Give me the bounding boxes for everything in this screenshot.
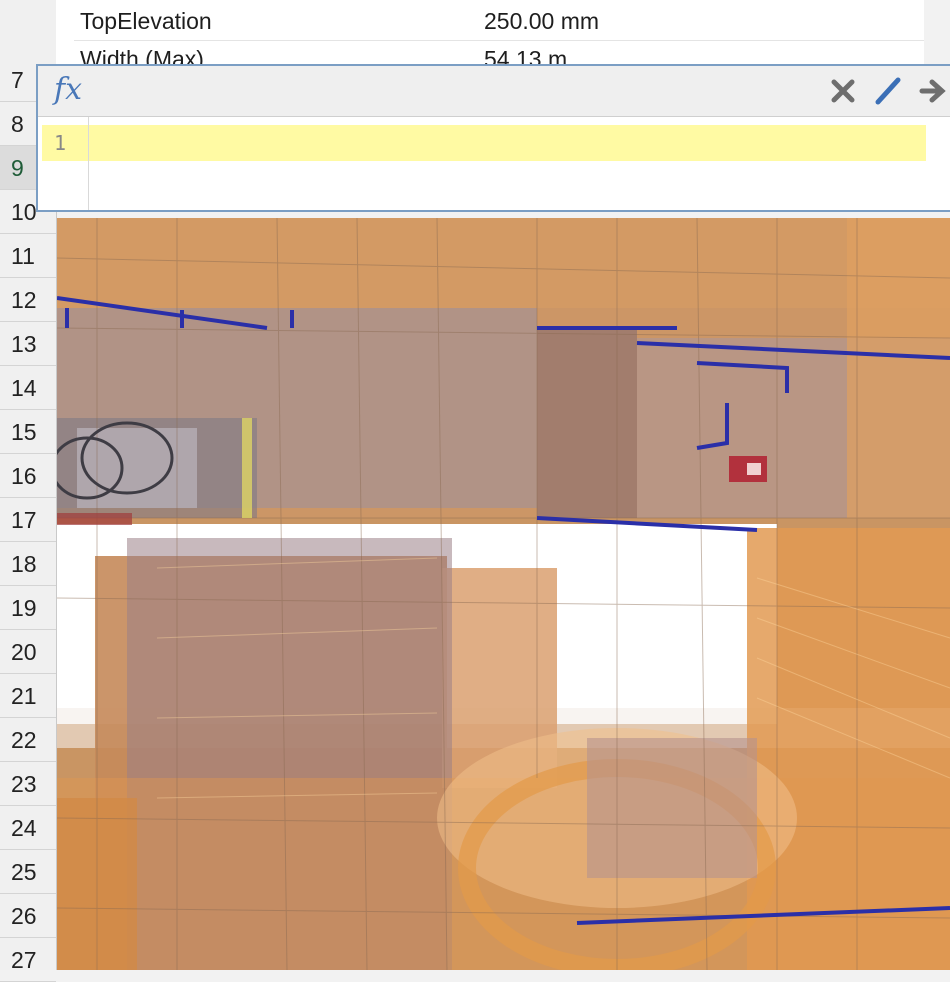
row-number[interactable]: 26: [0, 894, 56, 938]
properties-panel: TopElevation 250.00 mm Width (Max) 54.13…: [56, 0, 924, 65]
property-name: Width (Max): [80, 46, 204, 65]
row-number[interactable]: 24: [0, 806, 56, 850]
line-number-divider: [88, 117, 89, 210]
property-value: 54.13 m: [484, 46, 568, 65]
row-number[interactable]: 17: [0, 498, 56, 542]
row-number[interactable]: 11: [0, 234, 56, 278]
row-number[interactable]: 27: [0, 938, 56, 982]
row-number[interactable]: 13: [0, 322, 56, 366]
pencil-icon[interactable]: [872, 74, 906, 108]
row-number[interactable]: 16: [0, 454, 56, 498]
line-number: 1: [54, 131, 67, 155]
property-name: TopElevation: [80, 8, 212, 34]
row-number[interactable]: 21: [0, 674, 56, 718]
row-number[interactable]: 19: [0, 586, 56, 630]
row-number[interactable]: 18: [0, 542, 56, 586]
fx-icon: fx: [54, 72, 83, 107]
property-row: TopElevation 250.00 mm: [74, 2, 924, 41]
close-icon[interactable]: [826, 74, 860, 108]
model-3d-viewport[interactable]: [57, 218, 950, 970]
code-area[interactable]: 1: [38, 117, 950, 210]
row-number[interactable]: 23: [0, 762, 56, 806]
formula-editor[interactable]: fx 1: [36, 64, 950, 212]
arrow-right-icon[interactable]: [918, 74, 950, 108]
current-line-highlight: [42, 125, 926, 161]
row-number[interactable]: 14: [0, 366, 56, 410]
row-number[interactable]: 12: [0, 278, 56, 322]
model-render: [57, 218, 950, 970]
property-value: 250.00 mm: [484, 8, 600, 34]
row-number[interactable]: 20: [0, 630, 56, 674]
row-number[interactable]: 25: [0, 850, 56, 894]
formula-editor-toolbar: fx: [38, 66, 950, 117]
row-number[interactable]: 22: [0, 718, 56, 762]
property-row: Width (Max) 54.13 m: [74, 40, 924, 65]
row-number[interactable]: 15: [0, 410, 56, 454]
